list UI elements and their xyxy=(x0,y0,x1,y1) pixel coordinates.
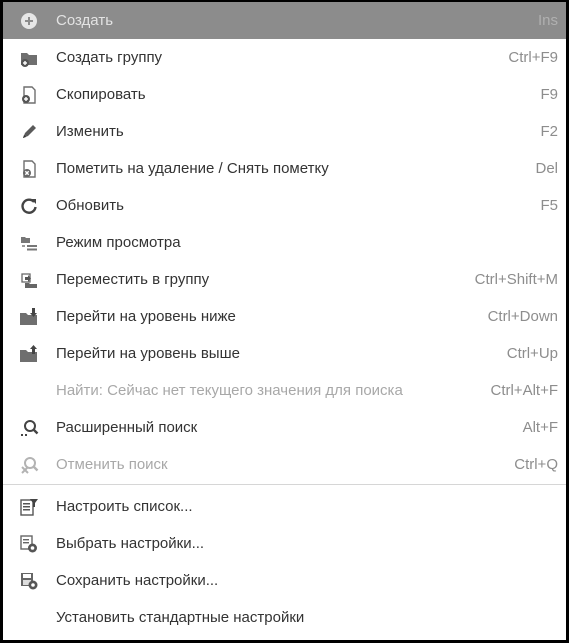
menu-item-label: Перейти на уровень выше xyxy=(56,345,240,362)
menu-item-find[interactable]: Найти: Сейчас нет текущего значения для … xyxy=(3,372,566,409)
menu-item-configure-list[interactable]: Настроить список... xyxy=(3,488,566,525)
menu-item-label: Создать группу xyxy=(56,49,163,66)
menu-item-shortcut: Ctrl+Up xyxy=(506,345,558,362)
menu-item-label: Обновить xyxy=(56,197,124,214)
menu-item-shortcut: Ctrl+Alt+F xyxy=(490,382,558,399)
menu-item-label: Расширенный поиск xyxy=(56,419,198,436)
menu-item-shortcut: Ins xyxy=(537,12,558,29)
menu-item-reset-settings[interactable]: Установить стандартные настройки xyxy=(3,599,566,636)
refresh-icon xyxy=(21,198,37,214)
folder-up-icon xyxy=(20,345,37,362)
menu-item-shortcut: Alt+F xyxy=(522,419,558,436)
save-settings-icon xyxy=(21,573,38,590)
menu-item-cancel-search[interactable]: Отменить поиск Ctrl+Q xyxy=(3,446,566,483)
folder-down-icon xyxy=(20,308,37,325)
menu-item-label: Настроить список... xyxy=(56,498,193,515)
menu-item-shortcut: F5 xyxy=(540,197,558,214)
menu-item-label: Переместить в группу xyxy=(56,271,210,288)
menu-item-label: Режим просмотра xyxy=(56,234,181,251)
menu-item-choose-settings[interactable]: Выбрать настройки... xyxy=(3,525,566,562)
menu-item-label: Создать xyxy=(56,12,114,29)
menu-item-copy[interactable]: Скопировать F9 xyxy=(3,76,566,113)
menu-item-shortcut: Ctrl+Down xyxy=(487,308,558,325)
copy-document-icon xyxy=(22,86,36,104)
menu-item-shortcut: Ctrl+Q xyxy=(514,456,558,473)
menu-item-mark-delete[interactable]: Пометить на удаление / Снять пометку Del xyxy=(3,150,566,187)
view-mode-icon xyxy=(21,237,37,251)
menu-item-refresh[interactable]: Обновить F5 xyxy=(3,187,566,224)
menu-item-shortcut: Ctrl+F9 xyxy=(508,49,558,66)
mark-delete-icon xyxy=(23,160,36,178)
menu-item-label: Сохранить настройки... xyxy=(56,572,219,589)
choose-settings-icon xyxy=(20,535,37,553)
menu-item-level-up[interactable]: Перейти на уровень выше Ctrl+Up xyxy=(3,335,566,372)
menu-item-create[interactable]: Создать Ins xyxy=(3,2,566,39)
plus-circle-icon xyxy=(21,13,37,29)
menu-separator xyxy=(3,484,566,485)
menu-item-shortcut: Ctrl+Shift+M xyxy=(474,271,558,288)
menu-item-shortcut: F2 xyxy=(540,123,558,140)
cancel-search-icon xyxy=(21,457,39,474)
folder-add-icon xyxy=(21,53,37,67)
advanced-search-icon xyxy=(21,420,39,436)
menu-item-level-down[interactable]: Перейти на уровень ниже Ctrl+Down xyxy=(3,298,566,335)
menu-item-label: Отменить поиск xyxy=(56,456,168,473)
menu-item-advanced-search[interactable]: Расширенный поиск Alt+F xyxy=(3,409,566,446)
context-menu: Создать Ins Создать группу Ctrl+F9 Скопи… xyxy=(3,2,566,640)
menu-item-edit[interactable]: Изменить F2 xyxy=(3,113,566,150)
menu-item-label: Изменить xyxy=(56,123,124,140)
pencil-icon xyxy=(23,125,36,138)
menu-item-label: Выбрать настройки... xyxy=(56,535,205,552)
list-settings-icon xyxy=(20,499,38,516)
menu-item-label: Пометить на удаление / Снять пометку xyxy=(56,160,329,177)
menu-item-view-mode[interactable]: Режим просмотра xyxy=(3,224,566,261)
menu-item-label: Перейти на уровень ниже xyxy=(56,308,236,325)
menu-item-label: Скопировать xyxy=(56,86,146,103)
menu-item-label: Установить стандартные настройки xyxy=(56,609,305,626)
menu-item-label: Найти: Сейчас нет текущего значения для … xyxy=(56,382,403,399)
menu-item-create-group[interactable]: Создать группу Ctrl+F9 xyxy=(3,39,566,76)
menu-item-shortcut: F9 xyxy=(540,86,558,103)
menu-item-move-to-group[interactable]: Переместить в группу Ctrl+Shift+M xyxy=(3,261,566,298)
menu-item-shortcut: Del xyxy=(535,160,558,177)
move-to-group-icon xyxy=(21,273,37,288)
menu-item-save-settings[interactable]: Сохранить настройки... xyxy=(3,562,566,599)
